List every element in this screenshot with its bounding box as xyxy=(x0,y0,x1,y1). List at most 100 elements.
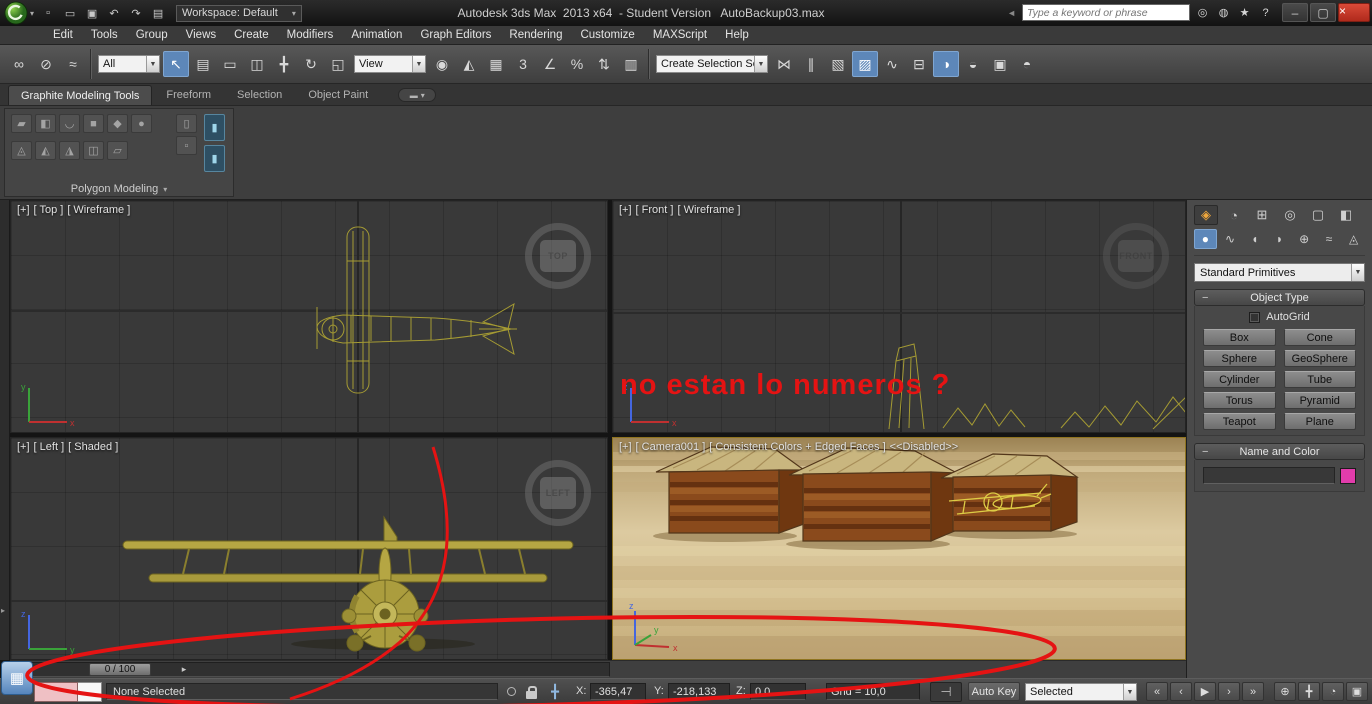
select-and-link-icon[interactable]: ∞ xyxy=(6,51,32,77)
graphite-modeling-toggle-icon[interactable]: ▨ xyxy=(852,51,878,77)
favorites-star-icon[interactable]: ★ xyxy=(1236,4,1253,21)
viewcube[interactable]: LEFT xyxy=(525,460,591,526)
polygon-tool-icon[interactable]: ◆ xyxy=(107,114,128,133)
viewport-left[interactable]: [+] [ Left ] [ Shaded ] LEFT z y xyxy=(10,437,608,660)
select-by-name-icon[interactable]: ▤ xyxy=(190,51,216,77)
create-tab[interactable]: ◈ xyxy=(1194,205,1218,225)
tab-freeform[interactable]: Freeform xyxy=(154,85,223,105)
tab-selection[interactable]: Selection xyxy=(225,85,294,105)
object-type-rollout-header[interactable]: − Object Type xyxy=(1194,289,1365,306)
set-key-button[interactable]: ⊣ xyxy=(930,682,962,702)
viewcube-face[interactable]: FRONT xyxy=(1118,240,1154,272)
curve-editor-icon[interactable]: ∿ xyxy=(879,51,905,77)
align-icon[interactable]: ∥ xyxy=(798,51,824,77)
render-setup-icon[interactable]: ◒ xyxy=(960,51,986,77)
go-to-start-button[interactable]: « xyxy=(1146,682,1168,701)
viewport-menu-view[interactable]: [ Camera001 ] xyxy=(636,441,706,453)
polygon-tool-icon[interactable]: ▱ xyxy=(107,141,128,160)
menu-group[interactable]: Group xyxy=(127,26,177,45)
workspace-dropdown[interactable]: Workspace: Default ▾ xyxy=(176,4,302,22)
geosphere-button[interactable]: GeoSphere xyxy=(1283,350,1356,367)
viewport-menu-view[interactable]: [ Top ] xyxy=(34,204,64,216)
menu-help[interactable]: Help xyxy=(716,26,758,45)
viewport-menu-view[interactable]: [ Left ] xyxy=(34,441,65,453)
select-and-scale-icon[interactable]: ◱ xyxy=(325,51,351,77)
previous-frame-button[interactable]: ‹ xyxy=(1170,682,1192,701)
viewport-menu-plus[interactable]: [+] xyxy=(17,204,30,216)
polygon-tool-icon-tall[interactable]: ▮ xyxy=(204,145,225,172)
time-slider-track[interactable]: 0 / 100 ▸ xyxy=(18,662,610,677)
torus-button[interactable]: Torus xyxy=(1203,392,1276,409)
spinner-snap-icon[interactable]: ⇅ xyxy=(591,51,617,77)
polygon-tool-icon-tall[interactable]: ▮ xyxy=(204,114,225,141)
undo-icon[interactable]: ↶ xyxy=(104,4,124,22)
use-pivot-point-icon[interactable]: ◉ xyxy=(429,51,455,77)
viewcube-face[interactable]: TOP xyxy=(540,240,576,272)
menu-graph-editors[interactable]: Graph Editors xyxy=(411,26,500,45)
polygon-tool-icon[interactable]: ◭ xyxy=(35,141,56,160)
ribbon-minimize-toggle[interactable]: ▬ ▾ xyxy=(398,88,437,102)
utilities-tab[interactable]: ◧ xyxy=(1334,205,1358,225)
angle-snap-icon[interactable]: ∠ xyxy=(537,51,563,77)
open-file-icon[interactable]: ▭ xyxy=(60,4,80,22)
x-coordinate-field[interactable]: -365,47 xyxy=(590,683,646,700)
menu-tools[interactable]: Tools xyxy=(82,26,127,45)
select-and-manipulate-icon[interactable]: ◭ xyxy=(456,51,482,77)
time-slider-handle[interactable]: 0 / 100 xyxy=(89,663,151,676)
next-frame-button[interactable]: › xyxy=(1218,682,1240,701)
maxscript-macro-recorder[interactable] xyxy=(34,682,78,702)
viewport-menu-plus[interactable]: [+] xyxy=(619,204,632,216)
schematic-view-icon[interactable]: ⊟ xyxy=(906,51,932,77)
viewport-top[interactable]: [+] [ Top ] [ Wireframe ] TOP y x xyxy=(10,200,608,433)
sphere-button[interactable]: Sphere xyxy=(1203,350,1276,367)
viewcube[interactable]: FRONT xyxy=(1103,223,1169,289)
auto-key-button[interactable]: Auto Key xyxy=(968,682,1020,701)
search-keyword-icon[interactable]: ◎ xyxy=(1194,4,1211,21)
box-button[interactable]: Box xyxy=(1203,329,1276,346)
search-input[interactable] xyxy=(1022,4,1190,21)
menu-create[interactable]: Create xyxy=(225,26,278,45)
object-color-swatch[interactable] xyxy=(1340,467,1356,484)
zoom-icon[interactable]: ⊕ xyxy=(1274,682,1296,701)
selection-filter-dropdown[interactable]: All xyxy=(98,55,160,73)
teapot-button[interactable]: Teapot xyxy=(1203,413,1276,430)
viewport-menu-shading[interactable]: [ Wireframe ] xyxy=(677,204,740,216)
cylinder-button[interactable]: Cylinder xyxy=(1203,371,1276,388)
window-crossing-toggle-icon[interactable]: ◫ xyxy=(244,51,270,77)
viewcube[interactable]: TOP xyxy=(525,223,591,289)
reference-coordinate-dropdown[interactable]: View xyxy=(354,55,426,73)
key-selection-set-dropdown[interactable]: Selected xyxy=(1025,683,1137,701)
render-production-icon[interactable]: ◓ xyxy=(1014,51,1040,77)
maxscript-mini-listener[interactable] xyxy=(78,682,102,702)
polygon-tool-icon[interactable]: ◧ xyxy=(35,114,56,133)
viewport-layout-tabs-button[interactable]: ▦ xyxy=(1,661,33,695)
transform-typein-toggle[interactable]: ╋ xyxy=(546,683,564,701)
mirror-icon[interactable]: ⋈ xyxy=(771,51,797,77)
polygon-tool-icon[interactable]: ■ xyxy=(83,114,104,133)
polygon-tool-icon[interactable]: ● xyxy=(131,114,152,133)
help-icon[interactable]: ? xyxy=(1257,4,1274,21)
menu-views[interactable]: Views xyxy=(177,26,225,45)
layer-manager-icon[interactable]: ▧ xyxy=(825,51,851,77)
menu-edit[interactable]: Edit xyxy=(44,26,82,45)
select-object-icon[interactable]: ↖ xyxy=(163,51,189,77)
time-slider-next-arrow[interactable]: ▸ xyxy=(177,663,191,676)
plane-button[interactable]: Plane xyxy=(1283,413,1356,430)
play-animation-button[interactable]: ▶ xyxy=(1194,682,1216,701)
cameras-category[interactable]: ◗ xyxy=(1268,229,1291,249)
orbit-view-icon[interactable]: ◔ xyxy=(1322,682,1344,701)
space-warps-category[interactable]: ≈ xyxy=(1318,229,1341,249)
polygon-tool-icon[interactable]: ◬ xyxy=(11,141,32,160)
viewport-menu-plus[interactable]: [+] xyxy=(619,441,632,453)
pyramid-button[interactable]: Pyramid xyxy=(1283,392,1356,409)
maximize-button[interactable]: ▢ xyxy=(1310,3,1336,22)
select-and-move-icon[interactable]: ╋ xyxy=(271,51,297,77)
shapes-category[interactable]: ∿ xyxy=(1219,229,1242,249)
menu-animation[interactable]: Animation xyxy=(342,26,411,45)
object-name-field[interactable] xyxy=(1203,467,1335,484)
rectangular-selection-region-icon[interactable]: ▭ xyxy=(217,51,243,77)
menu-rendering[interactable]: Rendering xyxy=(500,26,571,45)
primitives-dropdown[interactable]: Standard Primitives xyxy=(1194,263,1365,282)
go-to-end-button[interactable]: » xyxy=(1242,682,1264,701)
pan-view-icon[interactable]: ╋ xyxy=(1298,682,1320,701)
